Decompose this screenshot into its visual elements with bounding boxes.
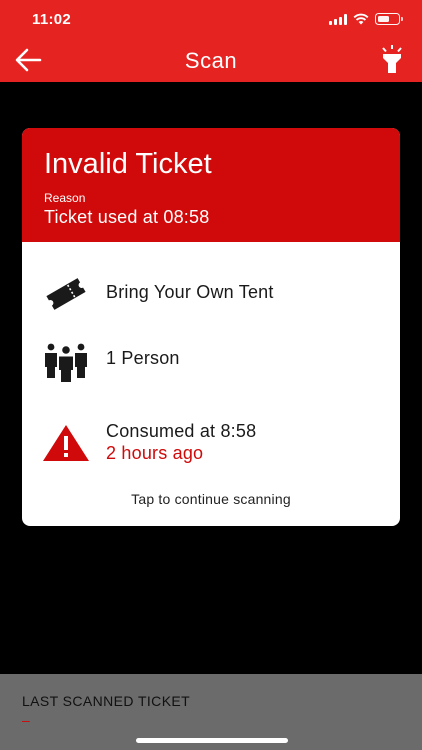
- tap-to-continue-hint[interactable]: Tap to continue scanning: [22, 491, 400, 507]
- ticket-type-row: Bring Your Own Tent: [22, 276, 400, 312]
- consumed-time: Consumed at 8:58: [106, 421, 257, 441]
- page-title: Scan: [184, 48, 238, 73]
- consumed-row: Consumed at 8:58 2 hours ago: [22, 420, 400, 472]
- consumed-ago: 2 hours ago: [106, 443, 204, 463]
- ticket-icon: [46, 278, 86, 310]
- people-icon: [45, 343, 87, 382]
- wifi-icon: [353, 13, 369, 25]
- warning-icon: [43, 425, 89, 461]
- last-scanned-label: LAST SCANNED TICKET: [22, 693, 191, 709]
- last-scanned-value: –: [22, 712, 30, 728]
- reason-label: Reason: [44, 191, 86, 205]
- consumed-info: Consumed at 8:58 2 hours ago: [106, 421, 256, 464]
- cellular-signal-icon: [329, 13, 347, 25]
- status-icons: [329, 13, 403, 25]
- status-bar: 11:02: [0, 0, 422, 40]
- home-indicator: [136, 738, 288, 743]
- flashlight-icon[interactable]: [378, 44, 406, 74]
- status-time: 11:02: [32, 11, 72, 28]
- result-header: Invalid Ticket Reason Ticket used at 08:…: [22, 128, 400, 242]
- reason-value: Ticket used at 08:58: [44, 207, 210, 227]
- scan-result-card[interactable]: Invalid Ticket Reason Ticket used at 08:…: [22, 128, 400, 526]
- battery-icon: [375, 13, 403, 25]
- persons-row: 1 Person: [22, 342, 400, 382]
- app-bar: 11:02 Scan: [0, 0, 422, 82]
- result-title: Invalid Ticket: [44, 148, 212, 180]
- ticket-type: Bring Your Own Tent: [106, 282, 274, 302]
- persons-count: 1 Person: [106, 348, 180, 368]
